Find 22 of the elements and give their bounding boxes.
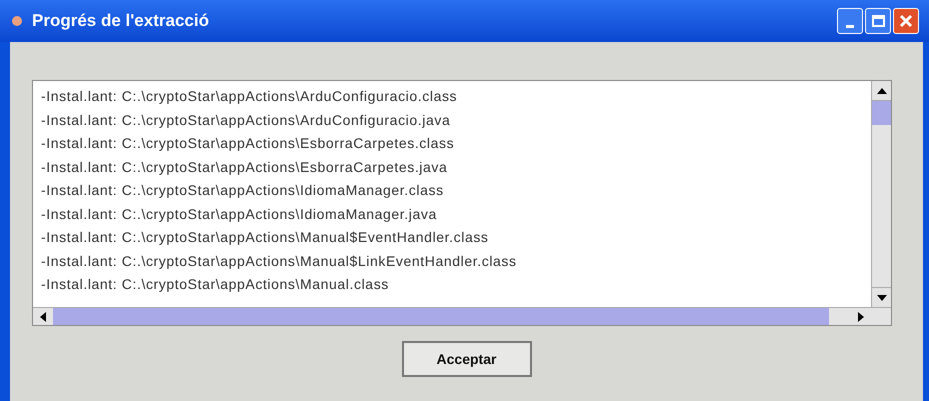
log-line: -Instal.lant: C:.\cryptoStar\appActions\Manual$EventHandler.class bbox=[41, 228, 490, 247]
log-line: -Instal.lant: C:.\cryptoStar\appActions\Manual.class bbox=[41, 275, 390, 294]
log-line: -Instal.lant: C:.\cryptoStar\appActions\EsborraCarpetes.java bbox=[41, 158, 448, 177]
scroll-thumb[interactable] bbox=[872, 101, 891, 125]
log-line: -Instal.lant: C:.\cryptoStar\appActions\IdiomaManager.class bbox=[41, 181, 445, 200]
log-line: -Instal.lant: C:.\cryptoStar\appActions\IdiomaManager.java bbox=[41, 204, 438, 224]
accept-button[interactable]: Acceptar bbox=[402, 341, 532, 377]
left-arrow-icon bbox=[40, 312, 46, 322]
up-arrow-icon bbox=[876, 88, 886, 94]
maximize-button[interactable] bbox=[865, 8, 891, 34]
app-icon bbox=[10, 14, 24, 28]
log-line: -Instal.lant: C:.\cryptoStar\appActions\ArduConfiguracio.java bbox=[41, 110, 452, 130]
down-arrow-icon bbox=[876, 294, 886, 300]
log-line: -Instal.lant: C:.\cryptoStar\appActions\EsborraCarpetes.class bbox=[41, 134, 456, 153]
close-icon bbox=[899, 14, 913, 28]
minimize-button[interactable] bbox=[837, 8, 863, 34]
close-button[interactable] bbox=[893, 8, 919, 34]
window-title: Progrés de l'extracció bbox=[32, 10, 210, 32]
log-line: -Instal.lant: C:.\cryptoStar\appActions\Manual$LinkEventHandler.class bbox=[41, 252, 518, 271]
right-arrow-icon bbox=[858, 312, 864, 322]
log-line: -Instal.lant: C:.\cryptoStar\appActions\ArduConfiguracio.class bbox=[41, 87, 458, 106]
vertical-scrollbar[interactable] bbox=[871, 81, 891, 307]
